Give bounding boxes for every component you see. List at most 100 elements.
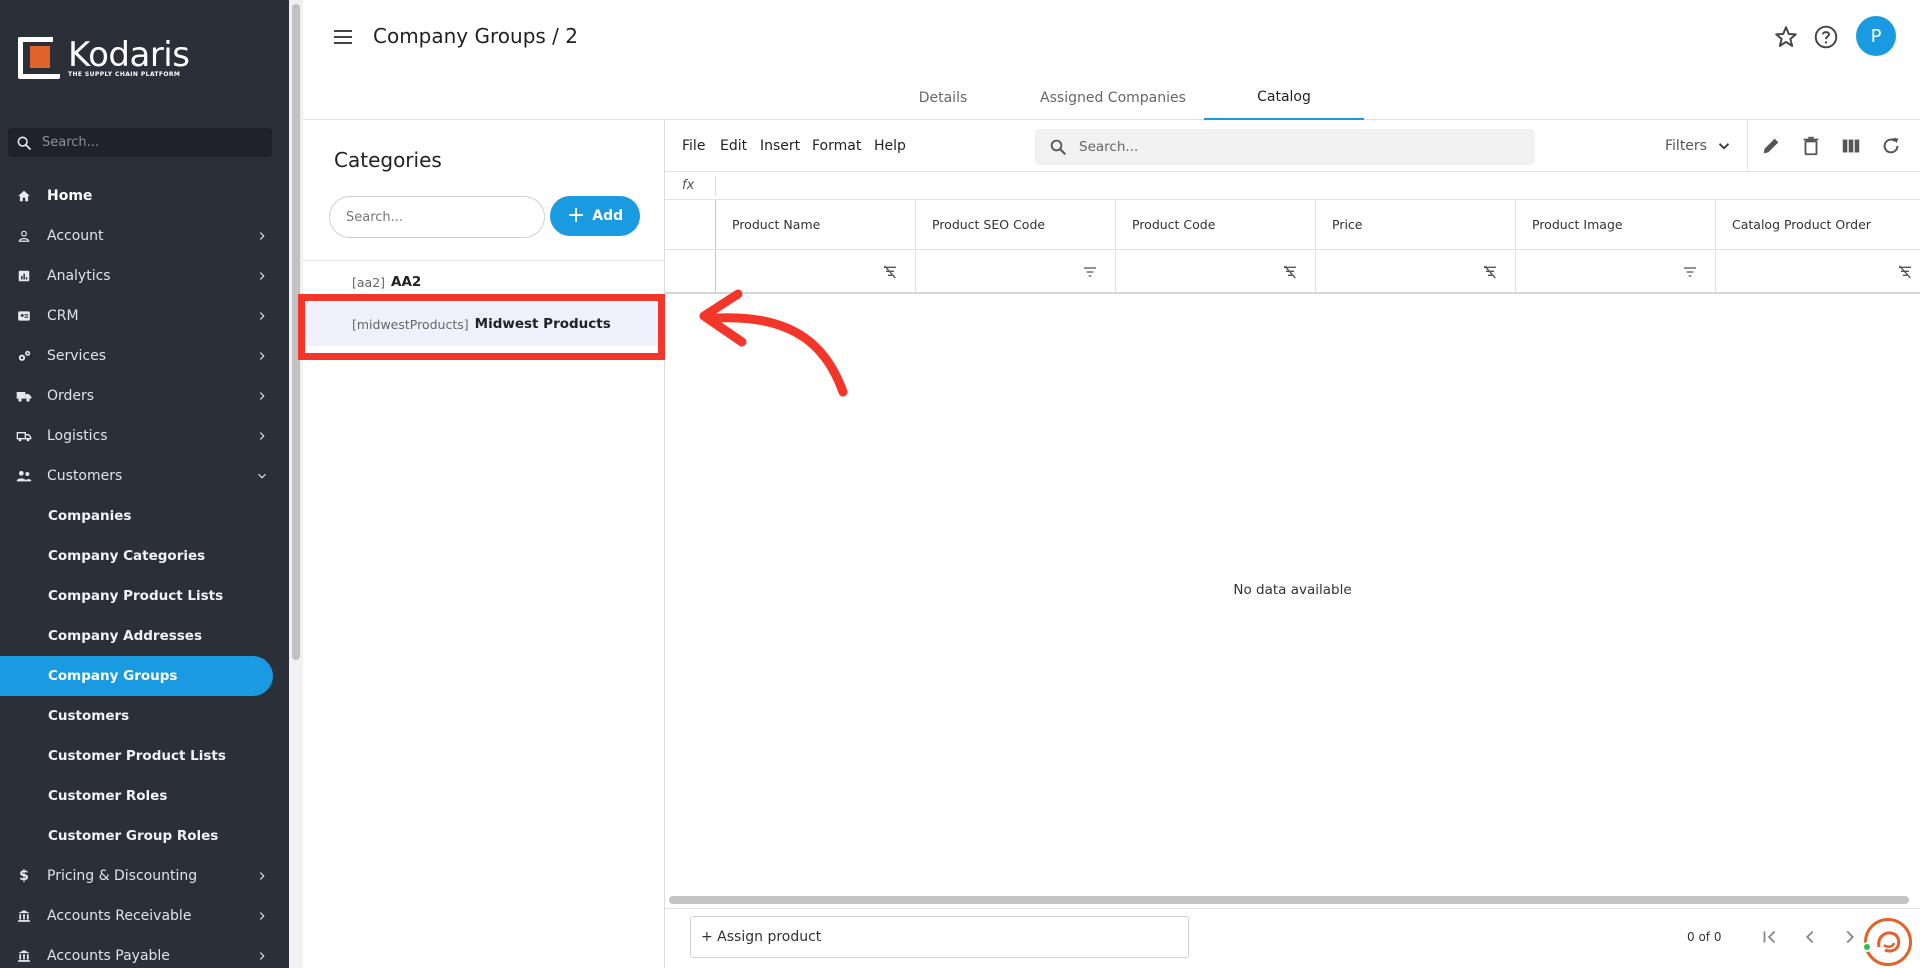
chevron-down-icon [1718, 143, 1730, 150]
column-header-catalog-product-order[interactable]: Catalog Product Order [1732, 217, 1871, 232]
grid-footer-divider [665, 908, 1920, 909]
column-header-price[interactable]: Price [1332, 217, 1363, 232]
sidebar-item-services[interactable]: Services [0, 336, 289, 376]
page-title: Company Groups / 2 [373, 24, 578, 48]
trash-icon[interactable] [1800, 135, 1822, 157]
menu-file[interactable]: File [682, 138, 705, 154]
search-icon [1050, 139, 1066, 155]
sidebar-subitem-company-groups[interactable]: Company Groups [0, 656, 273, 696]
sidebar-subitem-customer-product-lists[interactable]: Customer Product Lists [0, 736, 289, 776]
chat-icon [1877, 931, 1901, 953]
previous-page-icon[interactable] [1799, 926, 1821, 948]
sidebar-subitem-customer-roles[interactable]: Customer Roles [0, 776, 289, 816]
filters-dropdown[interactable]: Filters [1665, 137, 1733, 155]
grid-toolbar: File Edit Insert Format Help Filters [665, 120, 1920, 172]
filter-icon[interactable] [1082, 264, 1098, 280]
kodaris-logo[interactable]: Kodaris THE SUPPLY CHAIN PLATFORM [18, 35, 190, 80]
refresh-icon[interactable] [1880, 135, 1902, 157]
logo-name: Kodaris [68, 35, 190, 75]
column-separator [715, 200, 716, 249]
gears-icon [16, 348, 32, 364]
annotation-arrow-icon [699, 289, 848, 397]
tab-details[interactable]: Details [903, 76, 983, 120]
star-icon[interactable] [1773, 24, 1799, 50]
sidebar-item-label: Customers [47, 468, 123, 484]
shipping-icon [16, 428, 32, 444]
sidebar-item-label: Accounts Payable [47, 948, 170, 964]
sidebar-subitem-companies[interactable]: Companies [0, 496, 289, 536]
sidebar-search-input[interactable] [42, 135, 252, 150]
sidebar-item-accounts-payable[interactable]: Accounts Payable [0, 936, 289, 968]
sidebar-item-label: Analytics [47, 268, 111, 284]
sidebar-subitem-company-addresses[interactable]: Company Addresses [0, 616, 289, 656]
sidebar-item-customers[interactable]: Customers [0, 456, 289, 496]
grid-search[interactable] [1035, 129, 1535, 165]
sidebar-item-accounts-receivable[interactable]: Accounts Receivable [0, 896, 289, 936]
menu-edit[interactable]: Edit [720, 138, 747, 154]
menu-help[interactable]: Help [874, 138, 906, 154]
sidebar-item-crm[interactable]: CRM [0, 296, 289, 336]
column-header-product-image[interactable]: Product Image [1532, 217, 1623, 232]
sidebar-item-label: Services [47, 348, 107, 364]
categories-search-input[interactable] [329, 196, 545, 238]
column-header-product-code[interactable]: Product Code [1132, 217, 1215, 232]
sidebar-item-orders[interactable]: Orders [0, 376, 289, 416]
columns-icon[interactable] [1840, 135, 1862, 157]
online-status-dot [1862, 942, 1872, 952]
grid-header-row: Product Name Product SEO Code Product Co… [665, 200, 1920, 250]
categories-panel: Categories + Add [aa2] AA2 [midwestProdu… [303, 120, 665, 968]
categories-divider [303, 260, 665, 261]
user-avatar[interactable]: P [1856, 16, 1896, 56]
sidebar-item-label: Logistics [47, 428, 108, 444]
column-separator [915, 250, 916, 292]
sidebar-subitem-company-categories[interactable]: Company Categories [0, 536, 289, 576]
filter-off-icon[interactable] [1282, 264, 1298, 280]
assign-product-button[interactable]: + Assign product [690, 916, 1189, 958]
filter-off-icon[interactable] [1897, 264, 1913, 280]
menu-format[interactable]: Format [812, 138, 861, 154]
menu-insert[interactable]: Insert [760, 138, 800, 154]
column-separator [1315, 200, 1316, 249]
sidebar-item-label: Pricing & Discounting [47, 868, 198, 884]
tab-assigned-companies[interactable]: Assigned Companies [1033, 76, 1193, 120]
grid-horizontal-scrollbar[interactable] [669, 896, 1909, 904]
sidebar-subitem-customer-group-roles[interactable]: Customer Group Roles [0, 816, 289, 856]
tab-catalog[interactable]: Catalog [1204, 76, 1364, 120]
sidebar-item-pricing[interactable]: $ Pricing & Discounting [0, 856, 289, 896]
toolbar-separator [1747, 120, 1748, 172]
column-header-product-seo-code[interactable]: Product SEO Code [932, 217, 1045, 232]
chevron-right-icon [259, 952, 265, 960]
next-page-icon[interactable] [1839, 926, 1861, 948]
grid-search-input[interactable] [1079, 139, 1519, 155]
pager-count: 0 of 0 [1687, 930, 1722, 944]
sidebar-subitem-customers[interactable]: Customers [0, 696, 289, 736]
sidebar-search[interactable] [8, 128, 272, 157]
column-separator [1115, 200, 1116, 249]
filter-off-icon[interactable] [882, 264, 898, 280]
sidebar-item-label: Account [47, 228, 104, 244]
sidebar-item-analytics[interactable]: Analytics [0, 256, 289, 296]
annotation-highlight-box [298, 294, 665, 360]
add-category-button[interactable]: + Add [550, 196, 640, 236]
first-page-icon[interactable] [1759, 926, 1781, 948]
column-header-product-name[interactable]: Product Name [732, 217, 820, 232]
category-code: [aa2] [352, 274, 386, 290]
sidebar-item-logistics[interactable]: Logistics [0, 416, 289, 456]
column-separator [1715, 250, 1716, 292]
chat-widget[interactable] [1864, 918, 1912, 966]
formula-bar[interactable]: fx [665, 172, 1920, 200]
column-separator [915, 200, 916, 249]
filter-off-icon[interactable] [1482, 264, 1498, 280]
sidebar-subitem-company-product-lists[interactable]: Company Product Lists [0, 576, 289, 616]
sidebar-item-label: Accounts Receivable [47, 908, 192, 924]
pencil-icon[interactable] [1760, 135, 1782, 157]
categories-title: Categories [334, 148, 442, 172]
help-icon[interactable] [1813, 24, 1839, 50]
bank-icon [16, 948, 32, 964]
sidebar-item-account[interactable]: Account [0, 216, 289, 256]
sidebar-item-home[interactable]: Home [0, 176, 289, 216]
filter-icon[interactable] [1682, 264, 1698, 280]
sidebar-item-label: Orders [47, 388, 95, 404]
hamburger-menu-icon[interactable] [331, 26, 357, 48]
column-separator [1515, 250, 1516, 292]
